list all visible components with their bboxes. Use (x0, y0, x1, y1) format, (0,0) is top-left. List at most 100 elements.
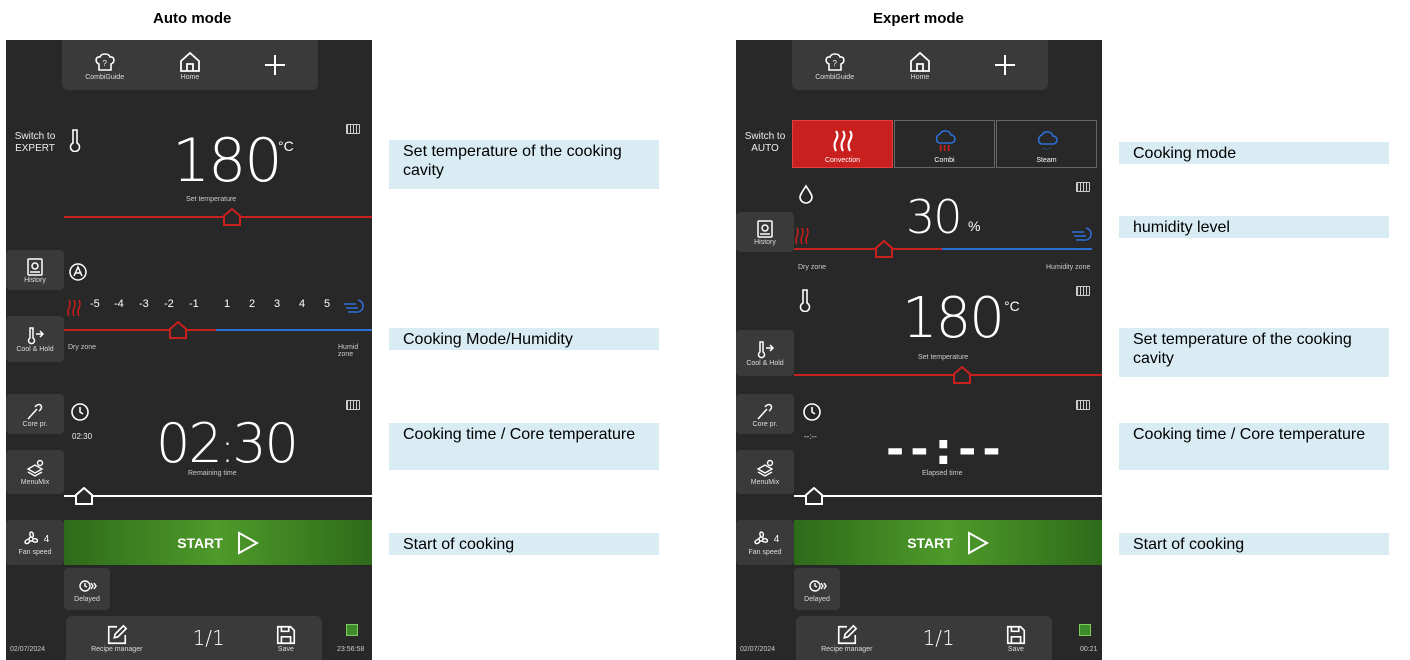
humidity-track-dry[interactable] (64, 329, 216, 331)
humidity-tick[interactable]: 1 (224, 298, 230, 310)
combi-icon (935, 130, 956, 152)
humidity-value[interactable]: 30 (906, 190, 963, 244)
add-button[interactable] (245, 53, 305, 77)
recipe-manager-button[interactable]: Recipe manager (91, 624, 142, 653)
home-button[interactable]: Home (890, 50, 950, 81)
time-value[interactable]: 02:30 (156, 412, 299, 475)
time-slider-track[interactable] (794, 495, 1102, 497)
mode-steam-tile[interactable]: Steam (996, 120, 1097, 168)
keyboard-icon[interactable] (1076, 286, 1090, 296)
temperature-slider-track[interactable] (794, 374, 1102, 376)
svg-text:?: ? (102, 59, 107, 68)
clock-icon (803, 403, 821, 421)
humidity-unit: % (968, 218, 981, 234)
play-icon (237, 530, 259, 555)
callout-temperature: Set temperature of the cooking cavity (389, 140, 659, 189)
time-slider-track[interactable] (64, 495, 372, 497)
humidity-track-humid[interactable] (942, 248, 1092, 250)
cool-hold-button[interactable]: Cool & Hold (736, 330, 794, 376)
auto-a-icon (69, 263, 87, 281)
temperature-label: Set temperature (186, 196, 237, 203)
menumix-button[interactable]: MenuMix (736, 450, 794, 494)
page-indicator: 1/1 (922, 626, 955, 650)
time-value[interactable]: --:-- (886, 424, 1007, 475)
connection-home-icon (346, 624, 358, 636)
home-button[interactable]: Home (160, 50, 220, 81)
convection-icon (832, 130, 853, 152)
humidity-track-humid[interactable] (216, 329, 372, 331)
temperature-value[interactable]: 180 (902, 286, 1005, 351)
recipe-manager-button[interactable]: Recipe manager (821, 624, 872, 653)
keyboard-icon[interactable] (1076, 182, 1090, 192)
delayed-button[interactable]: Delayed (64, 568, 110, 610)
humidity-tick[interactable]: -3 (139, 298, 149, 310)
keyboard-icon[interactable] (346, 400, 360, 410)
page-indicator: 1/1 (192, 626, 225, 650)
history-button[interactable]: History (6, 250, 64, 290)
switch-to-expert-button[interactable]: Switch to EXPERT (6, 118, 64, 168)
humid-wave-icon (1072, 227, 1092, 241)
edit-icon (837, 624, 858, 644)
cool-hold-button[interactable]: Cool & Hold (6, 316, 64, 362)
temperature-slider-thumb[interactable] (952, 366, 972, 384)
play-icon (967, 530, 989, 555)
humidity-tick[interactable]: -1 (189, 298, 199, 310)
mode-convection-tile[interactable]: Convection (792, 120, 893, 168)
time-small: 02:30 (72, 432, 93, 441)
save-button[interactable]: Save (275, 624, 297, 653)
start-button[interactable]: START (64, 520, 372, 565)
fan-speed-button[interactable]: 4 Fan speed (6, 520, 64, 565)
temperature-unit: °C (278, 138, 294, 154)
add-button[interactable] (975, 53, 1035, 77)
save-button[interactable]: Save (1005, 624, 1027, 653)
callout-start: Start of cooking (389, 533, 659, 555)
humidity-slider-thumb[interactable] (874, 240, 894, 258)
plus-icon (265, 55, 286, 75)
clock: 23:56:58 (337, 646, 365, 653)
humidity-tick[interactable]: 3 (274, 298, 280, 310)
menumix-icon (26, 459, 44, 477)
clock-icon (71, 403, 89, 421)
switch-to-auto-button[interactable]: Switch to AUTO (736, 118, 794, 168)
start-button[interactable]: START (794, 520, 1102, 565)
bottom-bar: Recipe manager 1/1 Save (796, 616, 1052, 660)
time-label: Elapsed time (922, 470, 963, 477)
humidity-tick[interactable]: 5 (324, 298, 330, 310)
mode-combi-tile[interactable]: Combi (894, 120, 995, 168)
humidity-tick[interactable]: -2 (164, 298, 174, 310)
history-button[interactable]: History (736, 212, 794, 252)
combiguide-button[interactable]: ? CombiGuide (805, 50, 865, 81)
expert-mode-title: Expert mode (873, 10, 964, 27)
combiguide-button[interactable]: ? CombiGuide (75, 50, 135, 81)
time-slider-thumb[interactable] (804, 487, 824, 505)
humid-wave-icon (344, 299, 364, 313)
core-probe-button[interactable]: Core pr. (736, 394, 794, 434)
keyboard-icon[interactable] (346, 124, 360, 134)
fan-icon (754, 531, 768, 545)
cool-hold-icon (757, 340, 775, 358)
time-label: Remaining time (188, 470, 237, 477)
humidity-slider-thumb[interactable] (168, 321, 188, 339)
delayed-button[interactable]: Delayed (794, 568, 840, 610)
date: 02/07/2024 (10, 646, 46, 653)
humidity-tick[interactable]: 4 (299, 298, 305, 310)
time-slider-thumb[interactable] (74, 487, 94, 505)
temperature-unit: °C (1004, 298, 1020, 314)
dry-heat-icon (795, 227, 809, 245)
temperature-slider-thumb[interactable] (222, 208, 242, 226)
humidity-tick[interactable]: -5 (90, 298, 100, 310)
temperature-value[interactable]: 180 (172, 126, 283, 196)
expert-panel: ? CombiGuide Home Switch to AUTO Convect… (736, 40, 1102, 660)
dry-zone-label: Dry zone (798, 264, 827, 271)
humidity-tick[interactable]: -4 (114, 298, 124, 310)
steam-icon (1037, 131, 1058, 150)
callout-temperature: Set temperature of the cooking cavity (1119, 328, 1389, 377)
humidity-track-dry[interactable] (794, 248, 942, 250)
menumix-button[interactable]: MenuMix (6, 450, 64, 494)
history-icon (757, 219, 773, 238)
temperature-slider-track[interactable] (64, 216, 372, 218)
core-probe-button[interactable]: Core pr. (6, 394, 64, 434)
fan-speed-button[interactable]: 4 Fan speed (736, 520, 794, 565)
keyboard-icon[interactable] (1076, 400, 1090, 410)
humidity-tick[interactable]: 2 (249, 298, 255, 310)
